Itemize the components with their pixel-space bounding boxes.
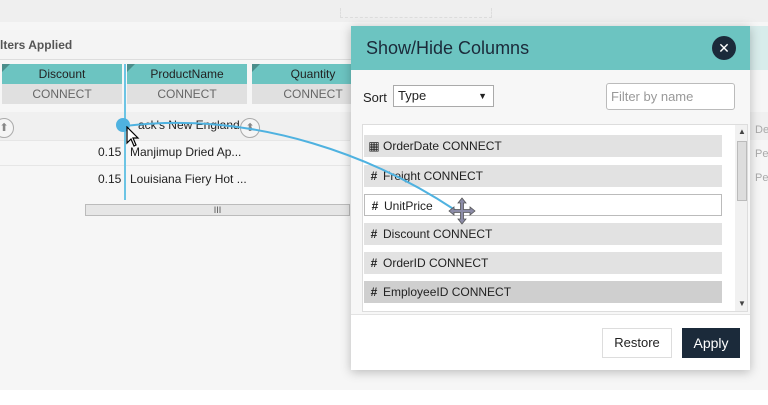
mouse-pointer-icon: [126, 126, 140, 147]
move-cursor-icon: [448, 197, 476, 225]
drag-path-arrow: [124, 122, 456, 211]
screen: lters Applied Discount CONNECT ProductNa…: [0, 0, 768, 405]
